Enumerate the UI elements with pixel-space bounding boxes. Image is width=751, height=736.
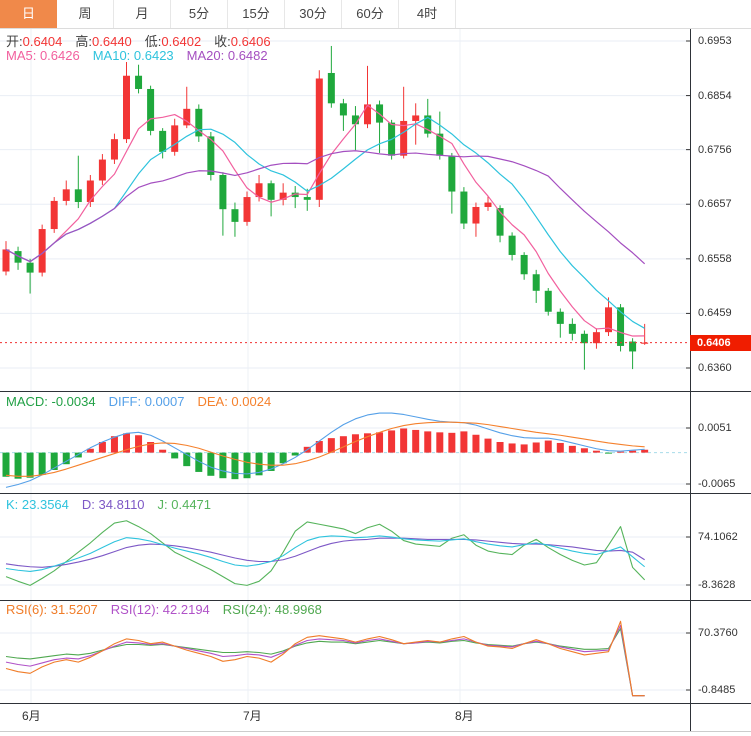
ma5-legend: MA5: 0.6426 [6,48,80,63]
rsi-legend: RSI(6): 31.5207 RSI(12): 42.2194 RSI(24): … [6,602,335,617]
open-label: 开: [6,34,23,49]
candlesticks [3,46,649,370]
high-value: 0.6440 [92,34,132,49]
rsi12-value: RSI(12): 42.2194 [111,602,210,617]
tab-week[interactable]: 周 [57,0,114,28]
rsi6-value: RSI(6): 31.5207 [6,602,98,617]
current-price-badge: 0.6406 [690,335,751,351]
tab-30min[interactable]: 30分 [285,0,342,28]
y-axis-label: 0.6459 [698,307,732,319]
y-axis-label: -8.3628 [698,579,735,591]
k-value: K: 23.3564 [6,497,69,512]
y-axis-label: 0.0051 [698,422,732,434]
tab-15min[interactable]: 15分 [228,0,285,28]
x-axis-label-jul: 7月 [243,707,262,724]
y-axis-label: 0.6756 [698,144,732,156]
dea-value: DEA: 0.0024 [197,394,271,409]
timeframe-tabbar: 日周月5分15分30分60分4时 [0,0,751,29]
tab-4hour[interactable]: 4时 [399,0,456,28]
y-axis-label: 74.1062 [698,531,738,543]
x-axis-label-jun: 6月 [22,707,41,724]
y-axis-label: 0.6953 [698,35,732,47]
open-value: 0.6404 [23,34,63,49]
y-axis-label: 0.6360 [698,362,732,374]
tab-5min[interactable]: 5分 [171,0,228,28]
low-value: 0.6402 [161,34,201,49]
tab-month[interactable]: 月 [114,0,171,28]
diff-value: DIFF: 0.0007 [109,394,185,409]
high-label: 高: [75,34,92,49]
y-axis-label: 70.3760 [698,627,738,639]
d-value: D: 34.8110 [82,497,145,512]
ma20-legend: MA20: 0.6482 [187,48,268,63]
chart-canvas[interactable] [0,0,751,736]
close-value: 0.6406 [231,34,271,49]
close-label: 收: [214,34,231,49]
x-axis-label-aug: 8月 [455,707,474,724]
tab-day[interactable]: 日 [0,0,57,28]
y-axis-label: 0.6854 [698,90,732,102]
y-axis-label: -0.8485 [698,684,735,696]
j-value: J: 0.4471 [158,497,212,512]
tab-60min[interactable]: 60分 [342,0,399,28]
y-axis-label: 0.6558 [698,253,732,265]
y-axis-label: -0.0065 [698,478,735,490]
y-axis-label: 0.6657 [698,198,732,210]
macd-value: MACD: -0.0034 [6,394,96,409]
macd-legend: MACD: -0.0034 DIFF: 0.0007 DEA: 0.0024 [6,394,284,409]
rsi24-value: RSI(24): 48.9968 [223,602,322,617]
low-label: 低: [145,34,162,49]
chart-svg [0,0,751,736]
main-ma-legend: MA5: 0.6426 MA10: 0.6423 MA20: 0.6482 [6,48,281,63]
kdj-legend: K: 23.3564 D: 34.8110 J: 0.4471 [6,497,224,512]
ma10-legend: MA10: 0.6423 [93,48,174,63]
